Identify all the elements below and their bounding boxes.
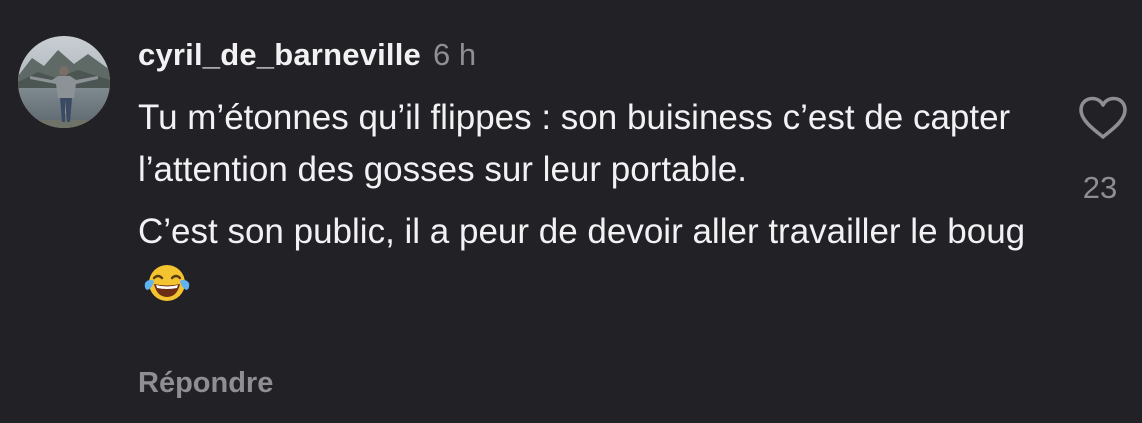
comment-paragraph: Tu m’étonnes qu’il flippes : son buisine… [138,98,1011,189]
face-with-tears-of-joy-icon [144,263,190,318]
comment-header: cyril_de_barneville 6 h [138,37,476,77]
like-count: 23 [1082,170,1118,205]
timestamp: 6 h [432,37,477,72]
comment: cyril_de_barneville 6 h Tu m’étonnes qu’… [0,0,1142,423]
username[interactable]: cyril_de_barneville [138,37,421,73]
like-button[interactable] [1077,95,1129,141]
heart-outline-icon [1079,96,1127,139]
comment-body: Tu m’étonnes qu’il flippes : son buisine… [138,92,1038,318]
comment-paragraph: C’est son public, il a peur de devoir al… [138,206,1038,318]
avatar[interactable] [18,36,110,128]
reply-button[interactable]: Répondre [138,367,273,400]
avatar-photo [18,36,110,128]
comment-paragraph-text: C’est son public, il a peur de devoir al… [138,212,1026,251]
